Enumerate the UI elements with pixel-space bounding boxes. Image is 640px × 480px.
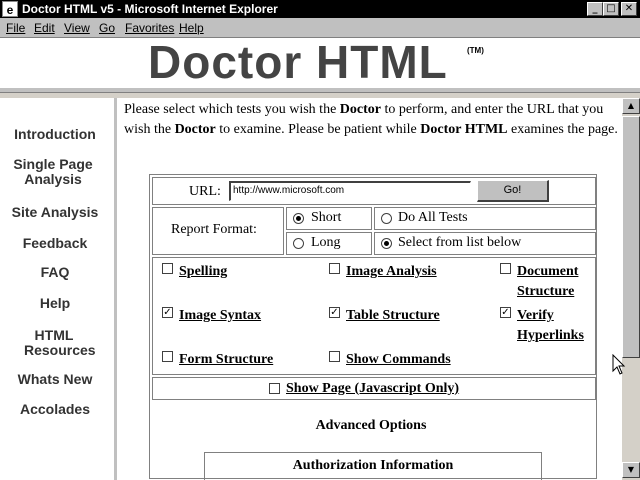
- scroll-thumb[interactable]: [622, 116, 640, 358]
- scroll-up-arrow-icon[interactable]: ▲: [622, 98, 640, 114]
- scope-select-label: Select from list below: [398, 235, 522, 250]
- authorization-box: Authorization Information: [204, 452, 542, 480]
- doctor-html-logo: Doctor HTML: [148, 36, 448, 88]
- url-input[interactable]: http://www.microsoft.com: [229, 181, 471, 201]
- image-analysis-link[interactable]: Image Analysis: [346, 262, 437, 282]
- tests-cell: Spelling Image Analysis Document Structu…: [152, 257, 596, 375]
- mouse-cursor-icon: [612, 354, 626, 375]
- show-commands-checkbox[interactable]: [329, 351, 340, 362]
- show-page-link[interactable]: Show Page (Javascript Only): [286, 379, 459, 399]
- menu-view[interactable]: View: [64, 18, 90, 38]
- form-structure-checkbox[interactable]: [162, 351, 173, 362]
- format-short-radio[interactable]: [293, 213, 304, 224]
- close-button[interactable]: ✕: [621, 2, 637, 16]
- image-syntax-link[interactable]: Image Syntax: [179, 306, 261, 326]
- scope-select-radio[interactable]: [381, 238, 392, 249]
- document-structure-link[interactable]: Document Structure: [517, 262, 595, 302]
- scroll-down-arrow-icon[interactable]: ▼: [622, 462, 640, 478]
- spelling-link[interactable]: Spelling: [179, 262, 227, 282]
- table-structure-link[interactable]: Table Structure: [346, 306, 440, 326]
- vertical-scrollbar[interactable]: ▲ ▼: [622, 98, 640, 480]
- menu-file[interactable]: File: [6, 18, 25, 38]
- advanced-options-heading: Advanced Options: [315, 418, 427, 433]
- menu-edit[interactable]: Edit: [34, 18, 55, 38]
- authorization-heading: Authorization Information: [292, 458, 454, 473]
- title-bar: e Doctor HTML v5 - Microsoft Internet Ex…: [0, 0, 640, 18]
- document-structure-checkbox[interactable]: [500, 263, 511, 274]
- show-page-cell: Show Page (Javascript Only): [152, 377, 596, 400]
- report-format-cell: Report Format:: [152, 207, 284, 255]
- menu-help[interactable]: Help: [179, 18, 204, 38]
- url-label: URL:: [189, 184, 221, 199]
- scope-select-cell: Select from list below: [374, 232, 596, 255]
- maximize-button[interactable]: □: [603, 2, 619, 16]
- menu-go[interactable]: Go: [99, 18, 115, 38]
- nav-whats-new[interactable]: Whats New: [0, 372, 110, 387]
- url-row: URL: http://www.microsoft.com Go!: [152, 177, 596, 205]
- spelling-checkbox[interactable]: [162, 263, 173, 274]
- nav-introduction[interactable]: Introduction: [0, 127, 110, 142]
- format-long-label: Long: [311, 235, 341, 250]
- nav-help[interactable]: Help: [0, 296, 110, 311]
- verify-hyperlinks-link[interactable]: Verify Hyperlinks: [517, 306, 595, 346]
- scope-all-cell: Do All Tests: [374, 207, 596, 230]
- nav-accolades[interactable]: Accolades: [0, 402, 110, 417]
- show-page-checkbox[interactable]: [269, 383, 280, 394]
- nav-feedback[interactable]: Feedback: [0, 236, 110, 251]
- nav-single-page-analysis[interactable]: Single Page Analysis: [0, 157, 106, 187]
- scope-all-label: Do All Tests: [398, 210, 468, 225]
- intro-text: Please select which tests you wish the D…: [124, 102, 618, 137]
- go-button[interactable]: Go!: [477, 180, 549, 202]
- trademark-mark: (TM): [467, 46, 484, 55]
- menu-favorites[interactable]: Favorites: [125, 18, 174, 38]
- scope-all-radio[interactable]: [381, 213, 392, 224]
- show-commands-link[interactable]: Show Commands: [346, 350, 451, 370]
- nav-site-analysis[interactable]: Site Analysis: [0, 205, 110, 220]
- image-analysis-checkbox[interactable]: [329, 263, 340, 274]
- banner-frame: Doctor HTML (TM): [0, 39, 640, 92]
- browser-icon[interactable]: e: [2, 1, 18, 17]
- verify-hyperlinks-checkbox[interactable]: ✓: [500, 307, 511, 318]
- format-long-cell: Long: [286, 232, 372, 255]
- nav-faq[interactable]: FAQ: [0, 265, 110, 280]
- format-short-cell: Short: [286, 207, 372, 230]
- minimize-button[interactable]: _: [587, 2, 603, 16]
- main-frame: Please select which tests you wish the D…: [120, 98, 622, 480]
- format-long-radio[interactable]: [293, 238, 304, 249]
- form-structure-link[interactable]: Form Structure: [179, 350, 273, 370]
- format-short-label: Short: [311, 210, 342, 225]
- nav-html-resources[interactable]: HTML Resources: [0, 328, 108, 358]
- menu-bar: File Edit View Go Favorites Help: [0, 18, 640, 38]
- image-syntax-checkbox[interactable]: ✓: [162, 307, 173, 318]
- report-format-label: Report Format:: [171, 222, 257, 237]
- window-title: Doctor HTML v5 - Microsoft Internet Expl…: [22, 2, 278, 16]
- table-structure-checkbox[interactable]: ✓: [329, 307, 340, 318]
- nav-frame: Introduction Single Page Analysis Site A…: [0, 98, 117, 480]
